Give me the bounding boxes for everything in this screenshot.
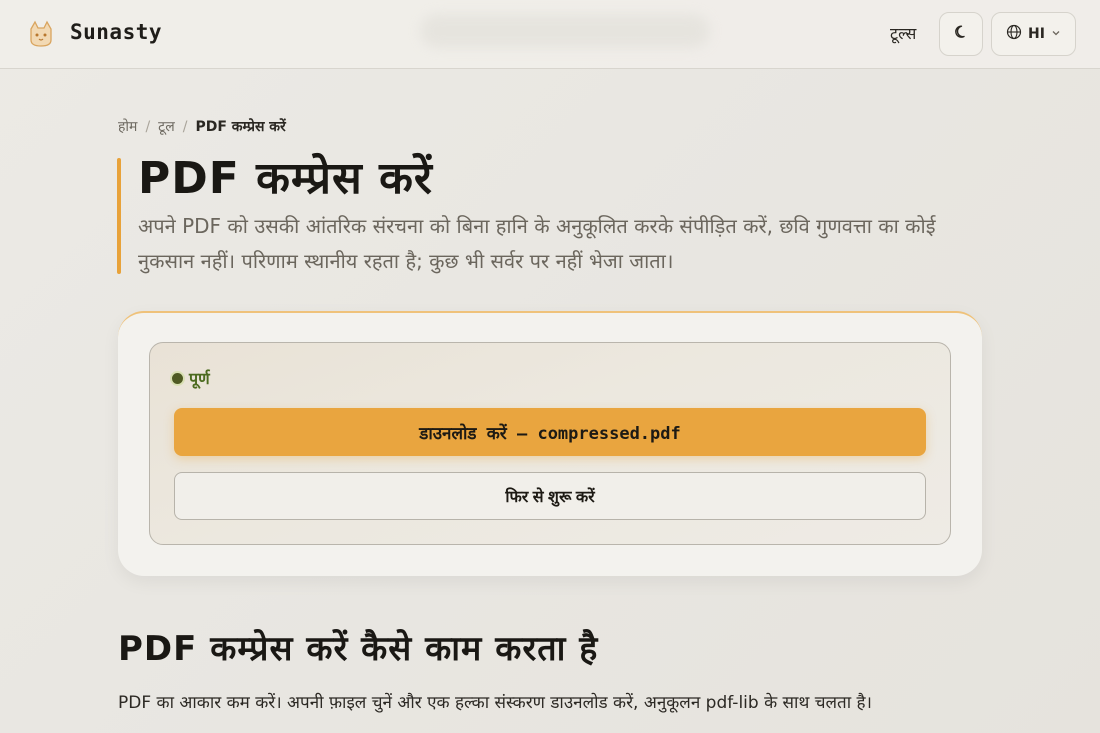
restart-button[interactable]: फिर से शुरू करें — [174, 472, 926, 520]
download-button[interactable]: डाउनलोड करें — compressed.pdf — [174, 408, 926, 456]
globe-icon — [1006, 24, 1022, 44]
breadcrumb-current: PDF कम्प्रेस करें — [195, 119, 286, 135]
nav-link-tools[interactable]: टूल्स — [890, 22, 916, 44]
search-placeholder-blur — [420, 14, 710, 48]
breadcrumb-separator: / — [145, 118, 151, 135]
breadcrumb-tools[interactable]: टूल — [158, 117, 175, 136]
title-accent-bar — [117, 158, 121, 274]
language-select-button[interactable]: HI — [991, 12, 1076, 56]
cat-logo-icon[interactable] — [26, 19, 56, 49]
breadcrumb-home[interactable]: होम — [118, 117, 137, 136]
top-nav-bar: Sunasty टूल्स HI — [0, 0, 1100, 69]
brand-name[interactable]: Sunasty — [70, 20, 162, 44]
breadcrumb-separator: / — [182, 118, 188, 135]
status-dot-icon — [172, 372, 183, 384]
status-badge: पूर्ण — [172, 367, 210, 389]
breadcrumb: होम / टूल / PDF कम्प्रेस करें — [118, 117, 286, 136]
page-title: PDF कम्प्रेस करें — [138, 153, 433, 204]
page-description: अपने PDF को उसकी आंतरिक संरचना को बिना ह… — [138, 214, 936, 273]
theme-toggle-button[interactable] — [939, 12, 983, 56]
moon-icon — [953, 24, 969, 44]
section-text: PDF का आकार कम करें। अपनी फ़ाइल चुनें और… — [118, 693, 872, 713]
language-code: HI — [1028, 26, 1045, 42]
section-title: PDF कम्प्रेस करें कैसे काम करता है — [118, 629, 599, 669]
status-label: पूर्ण — [189, 369, 210, 388]
chevron-down-icon — [1051, 26, 1061, 42]
